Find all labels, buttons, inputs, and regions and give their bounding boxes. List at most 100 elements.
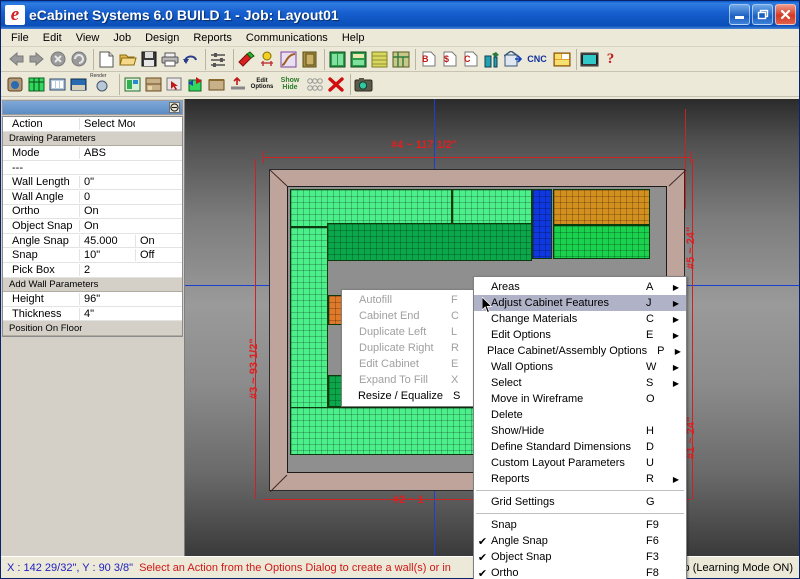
options-row[interactable]: Snap 10" Off [3,248,182,263]
draw-room-icon[interactable] [122,74,143,95]
edge-profile-icon[interactable] [278,49,299,70]
menu-item-edit[interactable]: Edit [36,31,69,45]
stop-icon[interactable] [47,49,68,70]
menu-item-communications[interactable]: Communications [239,31,335,45]
menu-item-reports[interactable]: Reports [186,31,239,45]
context-menu-item[interactable]: Show/Hide H [474,423,686,439]
cnc-icon[interactable]: CNC [523,49,551,70]
menu-item-design[interactable]: Design [138,31,186,45]
select-mode-icon[interactable] [164,74,185,95]
close-button[interactable] [775,4,796,25]
countertop-icon[interactable] [206,74,227,95]
options-row[interactable]: Action Select Mode [3,117,182,132]
snapshot-camera-icon[interactable] [353,74,374,95]
context-menu-item[interactable]: Reports R ▶ [474,471,686,487]
door-style-icon[interactable] [299,49,320,70]
cabinet-base-run-top[interactable] [327,223,532,261]
options-row-value[interactable]: 0" [79,176,135,189]
pricing-report-icon[interactable]: $ [439,49,460,70]
materials-icon[interactable] [236,49,257,70]
options-row-value[interactable]: 10" [79,249,135,262]
print-icon[interactable] [159,49,180,70]
add-wall-icon[interactable] [227,74,248,95]
view-3d-icon[interactable] [5,74,26,95]
elevation-view-icon[interactable] [47,74,68,95]
options-row-value-secondary[interactable]: On [135,234,182,247]
plan-view-icon[interactable] [26,74,47,95]
options-row-value[interactable]: On [79,205,135,218]
context-menu-item[interactable]: ✔ Angle Snap F6 [474,533,686,549]
options-row-value[interactable]: 2 [79,263,135,276]
context-menu-item[interactable]: Delete [474,407,686,423]
options-row[interactable]: Wall Angle 0 [3,190,182,205]
options-row[interactable]: --- [3,161,182,176]
options-row-value[interactable]: 45.000 [79,234,135,247]
options-row[interactable]: Top [3,336,182,337]
context-menu-item[interactable]: ✔ Ortho F8 [474,565,686,579]
cabinet-appliance-blue[interactable] [532,189,552,259]
context-menu-item[interactable]: Grid Settings G [474,494,686,510]
options-row[interactable]: Pick Box 2 [3,263,182,278]
cabinet-library-icon[interactable] [327,49,348,70]
delete-x-icon[interactable] [325,74,346,95]
options-row[interactable]: Thickness 4" [3,307,182,322]
maximize-button[interactable] [752,4,773,25]
options-table[interactable]: Action Select Mode Drawing Parameters Mode A… [2,116,183,337]
texture-library-icon[interactable] [369,49,390,70]
forward-arrow-icon[interactable] [26,49,47,70]
menu-item-file[interactable]: File [4,31,36,45]
minimize-button[interactable] [729,4,750,25]
hardware-icon[interactable] [257,49,278,70]
options-row-value[interactable]: 4" [79,307,135,320]
context-menu-item[interactable]: Wall Options W ▶ [474,359,686,375]
options-row[interactable]: Object Snap On [3,219,182,234]
context-menu-item[interactable]: ✔ Object Snap F3 [474,549,686,565]
cabinet-upper-mid-run[interactable] [452,189,532,227]
context-menu-item[interactable]: Change Materials C ▶ [474,311,686,327]
context-menu[interactable]: Areas A ▶ Adjust Cabinet Features J ▶ Change M… [473,276,687,579]
assembly-library-icon[interactable] [348,49,369,70]
elevation-icon[interactable] [481,49,502,70]
context-menu-item[interactable]: Place Cabinet/Assembly Options P ▶ [474,343,686,359]
grid-icon[interactable] [304,74,325,95]
options-row-value[interactable]: 0 [79,190,135,203]
options-row[interactable]: Height 96" [3,292,182,307]
cabinet-submenu[interactable]: Autofill F Cabinet End C Duplicate Left L Dupl… [341,289,480,407]
options-row[interactable]: Angle Snap 45.000 On [3,234,182,249]
move-object-icon[interactable] [185,74,206,95]
options-row-value[interactable]: On [79,219,135,232]
pin-icon[interactable] [169,102,180,113]
options-row-value-secondary[interactable]: Off [135,249,182,262]
show-hide-icon[interactable]: Show Hide [276,74,304,95]
context-menu-item[interactable]: Adjust Cabinet Features J ▶ [474,295,686,311]
options-row[interactable]: Mode ABS [3,146,182,161]
export-house-icon[interactable] [502,49,523,70]
menu-item-help[interactable]: Help [335,31,372,45]
options-row[interactable]: Ortho On [3,205,182,220]
layout-library-icon[interactable] [390,49,411,70]
options-row[interactable]: Wall Length 0" [3,175,182,190]
bid-report-icon[interactable]: B [418,49,439,70]
place-cabinet-icon[interactable] [143,74,164,95]
back-arrow-icon[interactable] [5,49,26,70]
menu-item-view[interactable]: View [69,31,107,45]
context-menu-item[interactable]: Snap F9 [474,517,686,533]
refresh-icon[interactable] [68,49,89,70]
save-disk-icon[interactable] [138,49,159,70]
context-menu-item[interactable]: Select S ▶ [474,375,686,391]
render-icon[interactable]: Render [89,73,115,95]
cabinet-base-right-green[interactable] [553,225,650,259]
edit-options-icon[interactable]: Edit Options [248,74,276,95]
render-video-icon[interactable] [579,49,600,70]
cabinet-upper-left-run[interactable] [290,189,452,227]
options-row-value[interactable]: ABS [79,146,135,159]
context-menu-item[interactable]: Areas A ▶ [474,279,686,295]
nest-icon[interactable] [551,49,572,70]
help-question-icon[interactable]: ? [600,49,621,70]
preferences-sliders-icon[interactable] [208,49,229,70]
menu-item-job[interactable]: Job [106,31,138,45]
new-file-icon[interactable] [96,49,117,70]
undo-icon[interactable] [180,49,201,70]
options-row-value[interactable]: Select Mode [79,117,135,130]
context-menu-item[interactable]: Custom Layout Parameters U [474,455,686,471]
